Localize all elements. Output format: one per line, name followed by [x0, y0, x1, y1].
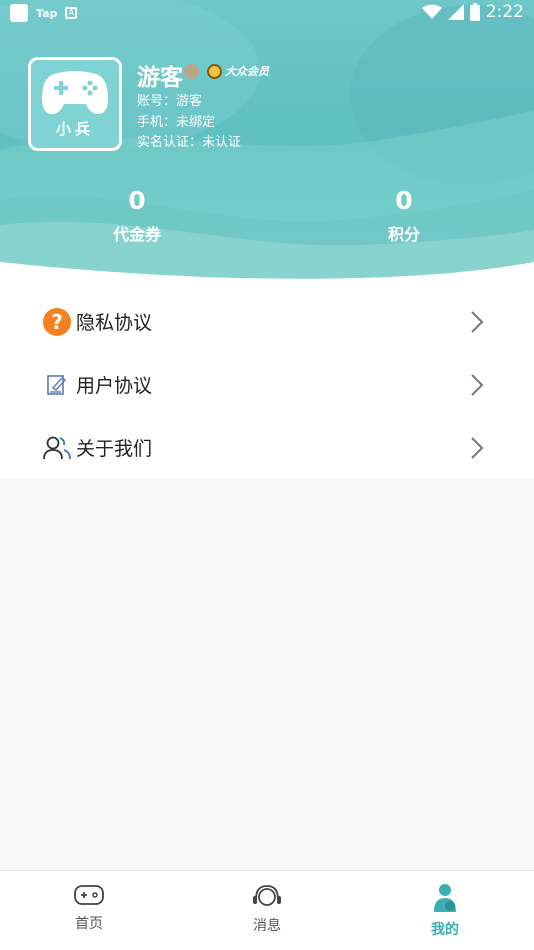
- chevron-right-icon: [471, 373, 484, 396]
- svg-text:?: ?: [51, 310, 63, 334]
- menu-item-privacy[interactable]: ? 隐私协议: [0, 290, 534, 353]
- voucher-stat[interactable]: 0 代金券: [77, 186, 197, 245]
- battery-icon: [469, 3, 480, 21]
- clock: 2:22: [485, 2, 524, 22]
- voucher-label: 代金券: [112, 225, 161, 244]
- verification-text: 实名认证：未认证: [137, 135, 242, 150]
- vip-icon: [207, 63, 222, 79]
- points-stat[interactable]: 0 积分: [344, 186, 464, 245]
- menu-label: 用户协议: [76, 375, 153, 397]
- user-icon: [434, 884, 456, 912]
- username: 游客: [137, 65, 183, 91]
- profile-header: Tap A 2:22 小兵 游客 大众会员 账号：游客 手机：未绑定 实名认证：…: [0, 0, 534, 292]
- bottom-tab-bar: 首页 消息 我的: [0, 870, 534, 950]
- points-label: 积分: [387, 225, 420, 244]
- notification-icon: [10, 4, 28, 22]
- edit-document-icon: [42, 370, 72, 400]
- users-icon: [42, 433, 72, 463]
- gamepad-icon: [74, 885, 104, 905]
- chevron-right-icon: [471, 436, 484, 459]
- avatar[interactable]: 小兵: [28, 57, 122, 151]
- tab-home[interactable]: 首页: [0, 871, 178, 950]
- tab-mine[interactable]: 我的: [356, 871, 534, 950]
- menu-item-user-agreement[interactable]: 用户协议: [0, 353, 534, 416]
- voucher-value: 0: [128, 186, 146, 215]
- member-badge-label: 大众会员: [225, 65, 269, 78]
- chevron-right-icon: [471, 310, 484, 333]
- a-icon: A: [65, 7, 78, 19]
- menu-label: 隐私协议: [76, 312, 153, 334]
- tab-label: 消息: [253, 918, 281, 934]
- tap-app-icon: Tap: [36, 6, 58, 20]
- menu-item-about[interactable]: 关于我们: [0, 416, 534, 479]
- member-badge[interactable]: 大众会员: [207, 63, 269, 79]
- wifi-icon: [421, 4, 442, 19]
- headset-icon: [253, 885, 281, 906]
- crown-icon: [184, 64, 199, 79]
- avatar-label: 小兵: [55, 119, 94, 138]
- signal-icon: [447, 4, 464, 20]
- gamepad-icon: [42, 70, 108, 114]
- tab-messages[interactable]: 消息: [178, 871, 356, 950]
- menu-label: 关于我们: [76, 438, 153, 460]
- tab-label: 首页: [75, 916, 103, 932]
- question-icon: ?: [42, 307, 72, 337]
- phone-text: 手机：未绑定: [137, 115, 216, 130]
- points-value: 0: [395, 186, 413, 215]
- account-text: 账号：游客: [137, 94, 203, 109]
- settings-menu: ? 隐私协议 用户协议 关于我们: [0, 290, 534, 479]
- tab-label: 我的: [431, 922, 459, 938]
- status-bar: Tap A 2:22: [0, 0, 534, 28]
